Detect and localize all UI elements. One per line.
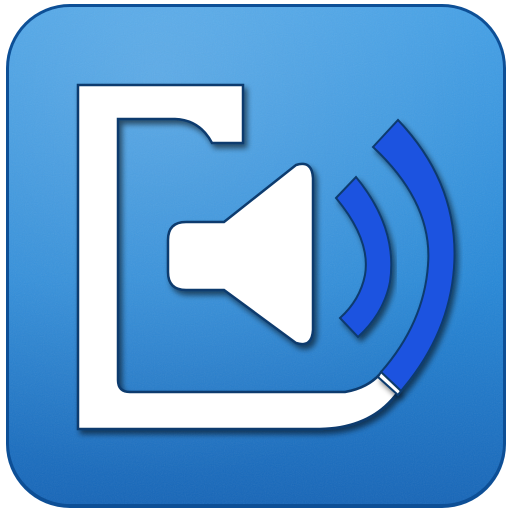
app-icon-graphic	[6, 4, 506, 508]
app-icon[interactable]	[0, 0, 512, 512]
canvas	[0, 0, 512, 512]
